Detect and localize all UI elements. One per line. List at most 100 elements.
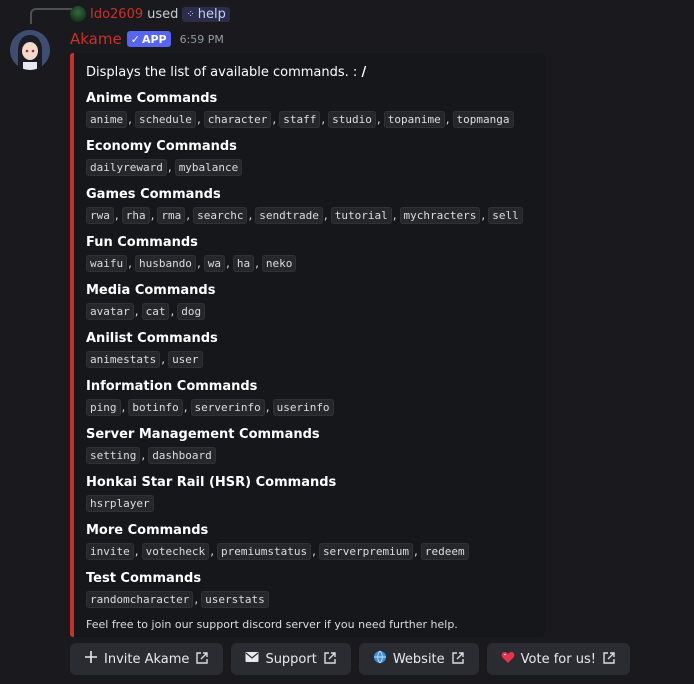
command-code: searchc — [193, 207, 248, 224]
command-code: rwa — [86, 207, 114, 224]
reply-used-text: used — [147, 6, 179, 22]
embed-field: Fun Commands waifu, husbando, wa, ha, neko — [86, 234, 533, 276]
command-code: serverpremium — [318, 543, 414, 560]
command-separator: , — [272, 112, 277, 126]
embed-field-name: Test Commands — [86, 571, 202, 586]
command-code: serverinfo — [190, 399, 265, 416]
slash-command-name: help — [197, 6, 226, 22]
command-code: sell — [488, 207, 523, 224]
embed-field-value: randomcharacter, userstats — [86, 587, 533, 612]
command-separator: , — [312, 544, 316, 558]
command-code: studio — [328, 111, 376, 128]
action-button-row: Invite Akame Support Website Vote for us… — [70, 643, 630, 675]
command-code: neko — [261, 255, 297, 272]
app-command-icon: ⁘ — [186, 8, 195, 20]
embed-field: Information Commands ping, botinfo, serveri… — [86, 378, 533, 420]
command-code: invite — [86, 543, 134, 560]
embed-field: More Commands invite, votecheck, premiumsta… — [86, 522, 533, 564]
command-separator: , — [226, 256, 230, 270]
command-separator: , — [170, 304, 175, 318]
checkmark-icon: ✓ — [130, 32, 140, 46]
command-code: mychracters — [399, 207, 481, 224]
command-separator: , — [414, 544, 418, 558]
embed-field: Games Commands rwa, rha, rma, searchc, sendtr… — [86, 186, 533, 228]
command-code: botinfo — [128, 399, 183, 416]
command-code: topanime — [383, 111, 445, 128]
command-code: userinfo — [272, 399, 334, 416]
reply-username[interactable]: Ido2609 — [90, 7, 143, 22]
external-link-icon — [451, 651, 465, 668]
embed-field-value: ping, botinfo, serverinfo, userinfo — [86, 395, 533, 420]
embed-field-value: dailyreward, mybalance — [86, 155, 533, 180]
website-button[interactable]: Website — [358, 643, 479, 675]
command-code: randomcharacter — [86, 591, 194, 608]
embed-description-slash: / — [361, 65, 367, 80]
command-code: ping — [86, 399, 121, 416]
embed-field: Anime Commands anime, schedule, character, s… — [86, 90, 533, 132]
embed-field-value: invite, votecheck, premiumstatus, serverpre… — [86, 539, 533, 564]
command-separator: , — [150, 208, 155, 222]
invite-akame-label: Invite Akame — [104, 651, 190, 667]
heart-icon — [501, 651, 515, 668]
embed-field-value: anime, schedule, character, staff, studio, to… — [86, 107, 533, 132]
command-separator: , — [323, 208, 328, 222]
embed-field: Media Commands avatar, cat, dog — [86, 282, 533, 324]
command-separator: , — [265, 400, 270, 414]
command-separator: , — [114, 208, 119, 222]
command-code: anime — [86, 111, 128, 128]
embed-field-name: Anilist Commands — [86, 331, 218, 346]
reply-user-avatar[interactable] — [70, 6, 86, 22]
command-code: husbando — [134, 255, 196, 272]
vote-label: Vote for us! — [520, 651, 596, 667]
help-embed: Displays the list of available commands.… — [70, 53, 545, 637]
message-timestamp[interactable]: 6:59 PM — [180, 33, 224, 46]
command-code: character — [203, 111, 272, 128]
command-code: animestats — [86, 351, 161, 368]
embed-field-name: Economy Commands — [86, 139, 237, 154]
command-separator: , — [128, 112, 132, 126]
embed-fields: Anime Commands anime, schedule, character, s… — [86, 90, 533, 612]
globe-icon — [373, 650, 387, 668]
embed-field-name: Server Management Commands — [86, 427, 320, 442]
command-separator: , — [194, 592, 199, 606]
command-separator: , — [210, 544, 215, 558]
embed-field-name: Anime Commands — [86, 91, 218, 106]
bot-username[interactable]: Akame — [70, 30, 122, 48]
command-code: redeem — [420, 543, 469, 560]
embed-description-text: Displays the list of available commands.… — [86, 65, 358, 80]
embed-field-name: Games Commands — [86, 187, 221, 202]
command-separator: , — [392, 208, 397, 222]
reply-context[interactable]: Ido2609 used ⁘ help — [70, 6, 230, 22]
command-code: rha — [121, 207, 150, 224]
support-button[interactable]: Support — [231, 643, 351, 675]
embed-field: Economy Commands dailyreward, mybalance — [86, 138, 533, 180]
external-link-icon — [602, 651, 616, 668]
message-container: Ido2609 used ⁘ help Akame ✓ APP 6:59 PM … — [0, 0, 694, 684]
invite-akame-button[interactable]: Invite Akame — [70, 643, 224, 675]
embed-footer-text: Feel free to join our support discord se… — [86, 618, 458, 631]
slash-command-chip[interactable]: ⁘ help — [182, 6, 230, 22]
embed-field-name: Information Commands — [86, 379, 258, 394]
command-code: premiumstatus — [217, 543, 312, 560]
command-separator: , — [186, 208, 191, 222]
command-separator: , — [183, 400, 188, 414]
embed-field-name: More Commands — [86, 523, 209, 538]
command-separator: , — [445, 112, 450, 126]
command-code: user — [168, 351, 203, 368]
command-separator: , — [161, 352, 166, 366]
bot-avatar[interactable] — [10, 30, 50, 70]
command-separator: , — [481, 208, 486, 222]
command-code: mybalance — [174, 159, 243, 176]
command-separator: , — [196, 256, 201, 270]
external-link-icon — [323, 651, 337, 668]
command-code: userstats — [201, 591, 269, 608]
command-separator: , — [141, 448, 146, 462]
vote-button[interactable]: Vote for us! — [486, 643, 630, 675]
plus-icon — [84, 650, 98, 668]
embed-field-name: Honkai Star Rail (HSR) Commands — [86, 475, 337, 490]
embed-field: Server Management Commands setting, dashbo… — [86, 426, 533, 468]
command-code: staff — [279, 111, 321, 128]
embed-field-value: hsrplayer — [86, 491, 533, 516]
embed-field-name: Fun Commands — [86, 235, 198, 250]
embed-field-value: animestats, user — [86, 347, 533, 372]
